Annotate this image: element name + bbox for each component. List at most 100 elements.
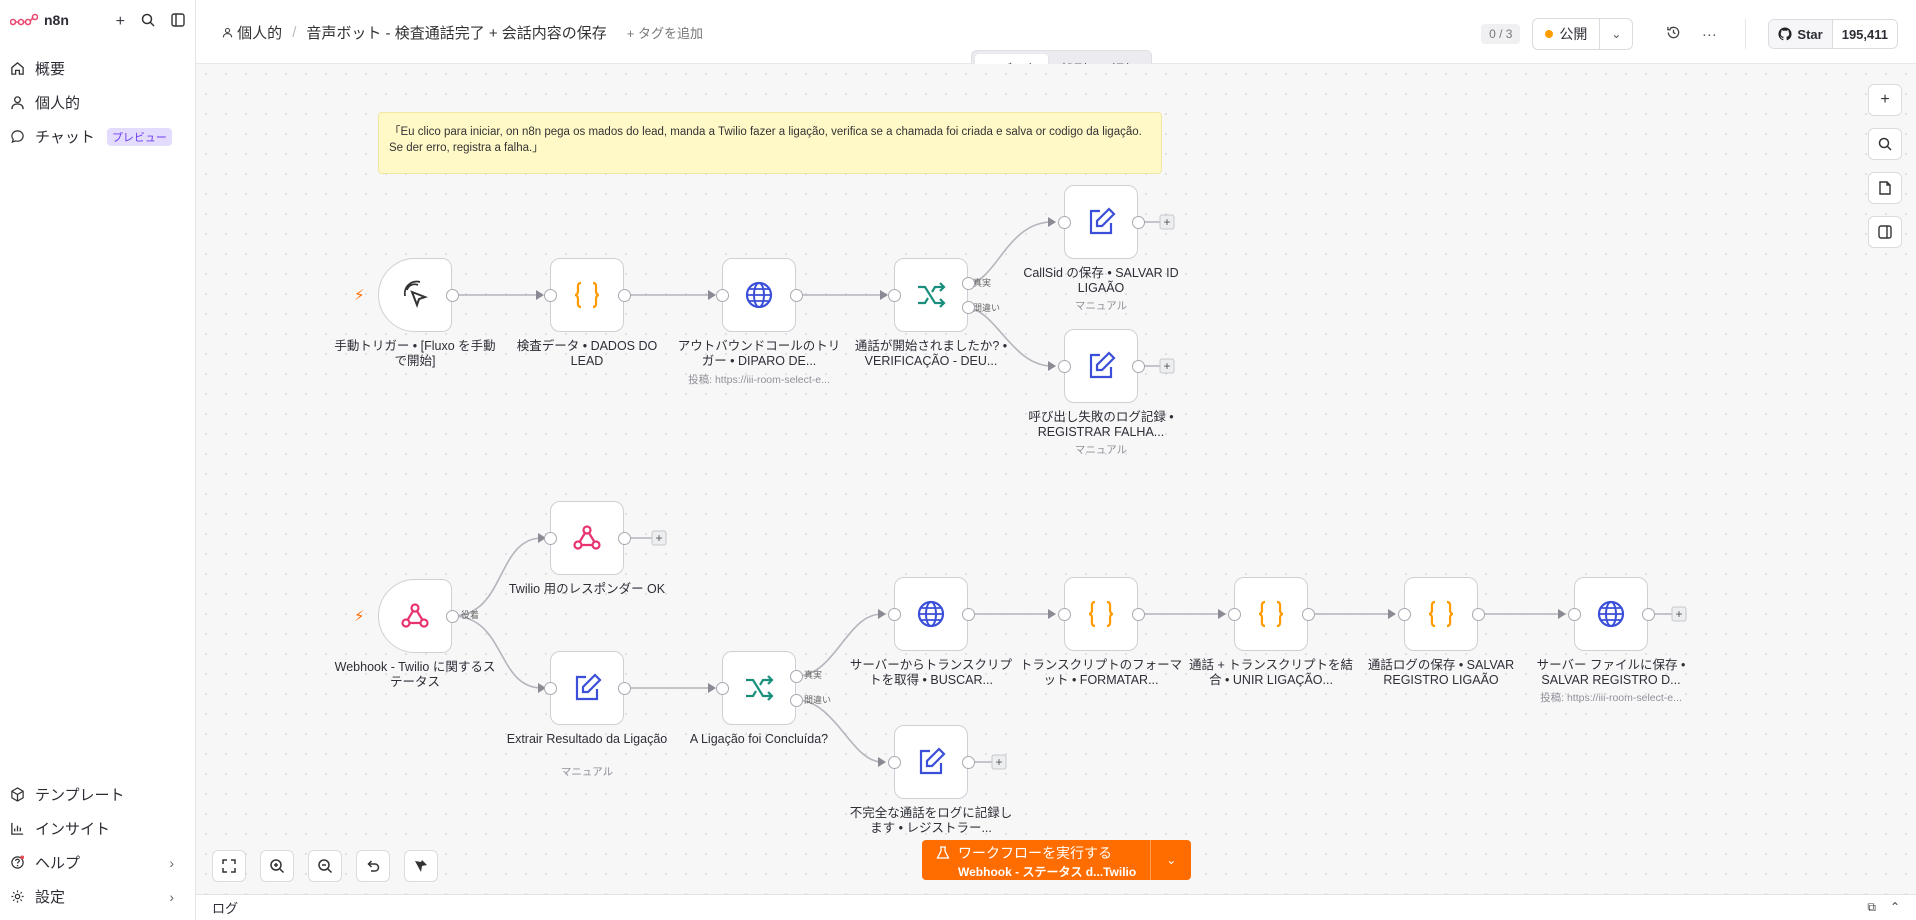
output-handle[interactable] — [1472, 608, 1485, 621]
node-log-incomplete-call[interactable] — [894, 725, 968, 799]
toggle-panel-button[interactable] — [1868, 216, 1902, 248]
input-handle[interactable] — [888, 756, 901, 769]
input-handle[interactable] — [544, 532, 557, 545]
nav-templates[interactable]: テンプレート — [10, 784, 186, 805]
input-handle[interactable] — [888, 608, 901, 621]
node-lead-data[interactable] — [550, 258, 624, 332]
nav-label: 概要 — [35, 61, 66, 78]
output-handle[interactable] — [790, 289, 803, 302]
collapse-sidebar-icon[interactable] — [171, 13, 185, 32]
node-subtitle: 投稿: https://iii-room-select-e... — [1540, 692, 1682, 704]
workflow-canvas[interactable]: + + + + + 「Eu clico para iniciar, on n8n peg… — [196, 64, 1916, 894]
output-handle[interactable] — [618, 682, 631, 695]
nav-overview[interactable]: 概要 — [10, 58, 65, 79]
node-save-to-server[interactable] — [1574, 577, 1648, 651]
node-fetch-transcript[interactable] — [894, 577, 968, 651]
owner-crumb[interactable]: 個人的 — [222, 22, 282, 43]
fit-view-button[interactable] — [212, 850, 246, 882]
run-workflow-button[interactable]: ワークフローを実行する Webhook - ステータス d...Twilio ⌄ — [922, 840, 1192, 880]
canvas-right-controls: + — [1868, 84, 1902, 248]
node-log-failure[interactable] — [1064, 329, 1138, 403]
input-handle[interactable] — [1568, 608, 1581, 621]
chevron-down-icon[interactable]: ⌄ — [1600, 27, 1632, 41]
node-save-call-log[interactable] — [1404, 577, 1478, 651]
true-branch-label: 真実 — [973, 278, 992, 288]
zoom-in-button[interactable] — [260, 850, 294, 882]
output-handle-false[interactable] — [790, 694, 803, 707]
github-star-count: 195,411 — [1841, 26, 1888, 42]
github-icon — [1778, 27, 1792, 41]
nav-chat[interactable]: チャット プレビュー — [10, 126, 172, 147]
globe-icon — [1597, 600, 1625, 628]
chevron-up-icon[interactable]: ⌃ — [1890, 900, 1900, 915]
open-external-icon[interactable]: ⧉ — [1867, 900, 1876, 915]
output-handle[interactable] — [446, 289, 459, 302]
flask-icon — [936, 846, 950, 859]
zoom-out-button[interactable] — [308, 850, 342, 882]
node-save-callsid[interactable] — [1064, 185, 1138, 259]
add-sticky-button[interactable] — [1868, 172, 1902, 204]
node-label: 通話ログの保存 • SALVAR REGISTRO LIGAÃO — [1367, 658, 1515, 687]
logs-bar[interactable]: ログ ⧉ ⌃ — [196, 894, 1916, 920]
output-handle-false[interactable] — [962, 301, 975, 314]
node-call-completed-check[interactable] — [722, 651, 796, 725]
n8n-logo-icon — [10, 13, 38, 26]
input-handle[interactable] — [544, 682, 557, 695]
input-handle[interactable] — [1058, 608, 1071, 621]
search-nodes-button[interactable] — [1868, 128, 1902, 160]
publish-button[interactable]: 公開 ⌄ — [1532, 18, 1634, 50]
nav-help[interactable]: ヘルプ › — [10, 852, 186, 873]
user-icon — [11, 96, 24, 110]
output-handle[interactable] — [962, 608, 975, 621]
add-icon[interactable]: + — [116, 13, 125, 32]
node-twilio-responder[interactable] — [550, 501, 624, 575]
output-handle[interactable] — [1132, 608, 1145, 621]
input-handle[interactable] — [716, 682, 729, 695]
undo-button[interactable] — [356, 850, 390, 882]
node-label: Extrair Resultado da Ligação — [506, 732, 668, 746]
chevron-right-icon: › — [169, 854, 174, 871]
node-format-transcript[interactable] — [1064, 577, 1138, 651]
output-handle[interactable] — [1642, 608, 1655, 621]
nav-personal[interactable]: 個人的 — [10, 92, 80, 113]
history-icon[interactable] — [1655, 25, 1691, 44]
output-handle[interactable] — [618, 532, 631, 545]
output-handle-true[interactable] — [962, 277, 975, 290]
chevron-down-icon[interactable]: ⌄ — [1151, 840, 1191, 880]
input-handle[interactable] — [1228, 608, 1241, 621]
input-handle[interactable] — [888, 289, 901, 302]
input-handle[interactable] — [1058, 216, 1071, 229]
output-handle[interactable] — [962, 756, 975, 769]
node-label: 通話が開始されましたか? • VERIFICAÇÃO - DEU... — [854, 339, 1008, 368]
n8n-logo[interactable]: n8n — [10, 12, 69, 28]
add-tag-button[interactable]: + タグを追加 — [627, 23, 703, 42]
node-webhook-twilio-status[interactable] — [378, 579, 452, 653]
more-options-icon[interactable]: ··· — [1691, 26, 1727, 43]
input-handle[interactable] — [1398, 608, 1411, 621]
node-call-started-check[interactable] — [894, 258, 968, 332]
node-merge-call-transcript[interactable] — [1234, 577, 1308, 651]
output-handle[interactable] — [1302, 608, 1315, 621]
output-handle[interactable] — [618, 289, 631, 302]
node-outbound-call[interactable] — [722, 258, 796, 332]
nav-settings[interactable]: 設定 › — [10, 886, 186, 907]
search-icon[interactable] — [141, 13, 155, 32]
node-extract-result[interactable] — [550, 651, 624, 725]
input-handle[interactable] — [1058, 360, 1071, 373]
add-node-button[interactable]: + — [1868, 84, 1902, 116]
tidy-up-button[interactable] — [404, 850, 438, 882]
input-handle[interactable] — [716, 289, 729, 302]
output-handle[interactable] — [446, 610, 459, 623]
input-handle[interactable] — [544, 289, 557, 302]
workflow-name[interactable]: 音声ボット - 検査通話完了 + 会話内容の保存 — [306, 22, 606, 43]
node-manual-trigger[interactable] — [378, 258, 452, 332]
nav-insights[interactable]: インサイト — [10, 818, 186, 839]
output-handle[interactable] — [1132, 216, 1145, 229]
sticky-note[interactable]: 「Eu clico para iniciar, on n8n pega os m… — [378, 112, 1162, 174]
output-handle[interactable] — [1132, 360, 1145, 373]
github-star-button[interactable]: Star 195,411 — [1768, 19, 1898, 49]
webhook-icon — [401, 603, 429, 628]
canvas-bottom-controls — [212, 850, 438, 882]
globe-icon — [745, 281, 773, 309]
output-handle-true[interactable] — [790, 670, 803, 683]
